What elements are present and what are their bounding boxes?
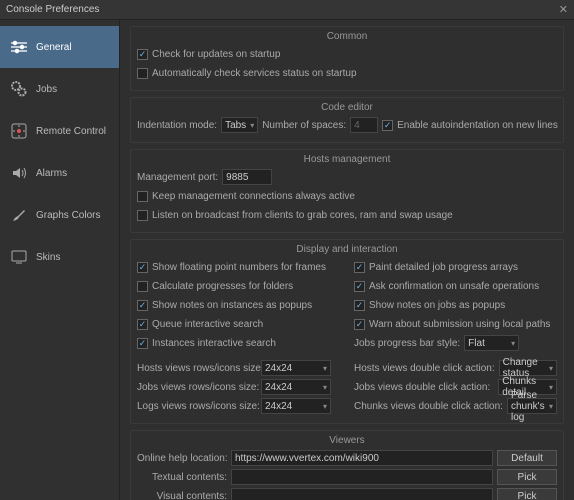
- label: Jobs views double click action:: [354, 382, 490, 393]
- titlebar: Console Preferences ✕: [0, 0, 574, 20]
- logs-size-select[interactable]: 24x24▾: [261, 398, 331, 414]
- window-title: Console Preferences: [6, 4, 99, 15]
- label: Visual contents:: [137, 491, 227, 500]
- help-input[interactable]: [231, 450, 493, 466]
- sidebar-item-general[interactable]: General: [0, 26, 119, 68]
- checkbox-paint-arrays[interactable]: [354, 262, 365, 273]
- indent-mode-select[interactable]: Tabs▾: [221, 117, 258, 133]
- monitor-icon: [10, 248, 28, 266]
- sidebar: General Jobs Remote Control Alarms Graph…: [0, 20, 120, 500]
- content: Common Check for updates on startup Auto…: [120, 20, 574, 500]
- checkbox-keep-active[interactable]: [137, 191, 148, 202]
- label: Ask confirmation on unsafe operations: [369, 281, 539, 292]
- chevron-down-icon: ▾: [250, 121, 254, 130]
- sidebar-item-skins[interactable]: Skins: [0, 236, 119, 278]
- num-spaces-input[interactable]: [350, 117, 378, 133]
- section-code: Code editor Indentation mode: Tabs▾ Numb…: [130, 97, 564, 143]
- bar-style-select[interactable]: Flat▾: [464, 335, 519, 351]
- checkbox-updates[interactable]: [137, 49, 148, 60]
- chevron-down-icon: ▾: [549, 364, 553, 373]
- label: Online help location:: [137, 453, 227, 464]
- main: General Jobs Remote Control Alarms Graph…: [0, 20, 574, 500]
- label: Calculate progresses for folders: [152, 281, 293, 292]
- chevron-down-icon: ▾: [323, 383, 327, 392]
- sidebar-item-jobs[interactable]: Jobs: [0, 68, 119, 110]
- jobs-size-select[interactable]: 24x24▾: [261, 379, 331, 395]
- chevron-down-icon: ▾: [511, 339, 515, 348]
- sidebar-item-label: Graphs Colors: [36, 210, 100, 221]
- close-icon[interactable]: ✕: [559, 3, 568, 16]
- default-button[interactable]: Default: [497, 450, 557, 466]
- pick-button[interactable]: Pick: [497, 469, 557, 485]
- label: Jobs views rows/icons size:: [137, 382, 257, 393]
- sidebar-item-label: General: [36, 42, 72, 53]
- label: Paint detailed job progress arrays: [369, 262, 518, 273]
- section-title: Hosts management: [137, 154, 557, 165]
- speaker-icon: [10, 164, 28, 182]
- label: Queue interactive search: [152, 319, 263, 330]
- label: Indentation mode:: [137, 120, 217, 131]
- label: Listen on broadcast from clients to grab…: [152, 210, 453, 221]
- sidebar-item-remote[interactable]: Remote Control: [0, 110, 119, 152]
- checkbox-calc-progress[interactable]: [137, 281, 148, 292]
- chunks-dbl-select[interactable]: Parse chunk's log▾: [507, 398, 557, 414]
- checkbox-instances-search[interactable]: [137, 338, 148, 349]
- chevron-down-icon: ▾: [549, 383, 553, 392]
- label: Warn about submission using local paths: [369, 319, 550, 330]
- checkbox-warn-local[interactable]: [354, 319, 365, 330]
- hosts-size-select[interactable]: 24x24▾: [261, 360, 331, 376]
- chevron-down-icon: ▾: [549, 402, 553, 411]
- section-title: Common: [137, 31, 557, 42]
- section-hosts: Hosts management Management port: Keep m…: [130, 149, 564, 233]
- checkbox-notes-jobs[interactable]: [354, 300, 365, 311]
- checkbox-ask-confirm[interactable]: [354, 281, 365, 292]
- checkbox-notes-instances[interactable]: [137, 300, 148, 311]
- chevron-down-icon: ▾: [323, 402, 327, 411]
- label: Textual contents:: [137, 472, 227, 483]
- sidebar-item-label: Remote Control: [36, 126, 106, 137]
- label: Enable autoindentation on new lines: [397, 120, 558, 131]
- checkbox-listen-broadcast[interactable]: [137, 210, 148, 221]
- textual-input[interactable]: [231, 469, 493, 485]
- sidebar-item-label: Skins: [36, 252, 60, 263]
- label: Instances interactive search: [152, 338, 276, 349]
- section-title: Code editor: [137, 102, 557, 113]
- label: Management port:: [137, 172, 218, 183]
- checkbox-autoindent[interactable]: [382, 120, 393, 131]
- brush-icon: [10, 206, 28, 224]
- gears-icon: [10, 80, 28, 98]
- section-common: Common Check for updates on startup Auto…: [130, 26, 564, 91]
- checkbox-float[interactable]: [137, 262, 148, 273]
- visual-input[interactable]: [231, 488, 493, 500]
- checkbox-queue-search[interactable]: [137, 319, 148, 330]
- label: Number of spaces:: [262, 120, 346, 131]
- checkbox-services[interactable]: [137, 68, 148, 79]
- label: Keep management connections always activ…: [152, 191, 355, 202]
- label: Chunks views double click action:: [354, 401, 503, 412]
- sidebar-item-graphs[interactable]: Graphs Colors: [0, 194, 119, 236]
- mgmt-port-input[interactable]: [222, 169, 272, 185]
- label: Logs views rows/icons size:: [137, 401, 257, 412]
- label: Automatically check services status on s…: [152, 68, 357, 79]
- pick-button[interactable]: Pick: [497, 488, 557, 500]
- section-title: Viewers: [137, 435, 557, 446]
- hosts-dbl-select[interactable]: Change status▾: [499, 360, 557, 376]
- label: Check for updates on startup: [152, 49, 280, 60]
- section-display: Display and interaction Show floating po…: [130, 239, 564, 424]
- sidebar-item-label: Alarms: [36, 168, 67, 179]
- label: Jobs progress bar style:: [354, 338, 460, 349]
- label: Show floating point numbers for frames: [152, 262, 326, 273]
- label: Hosts views double click action:: [354, 363, 495, 374]
- label: Show notes on jobs as popups: [369, 300, 505, 311]
- section-title: Display and interaction: [137, 244, 557, 255]
- sidebar-item-label: Jobs: [36, 84, 57, 95]
- section-viewers: Viewers Online help location: Default Te…: [130, 430, 564, 500]
- label: Hosts views rows/icons size:: [137, 363, 257, 374]
- sliders-icon: [10, 38, 28, 56]
- sidebar-item-alarms[interactable]: Alarms: [0, 152, 119, 194]
- chevron-down-icon: ▾: [323, 364, 327, 373]
- label: Show notes on instances as popups: [152, 300, 312, 311]
- touch-icon: [10, 122, 28, 140]
